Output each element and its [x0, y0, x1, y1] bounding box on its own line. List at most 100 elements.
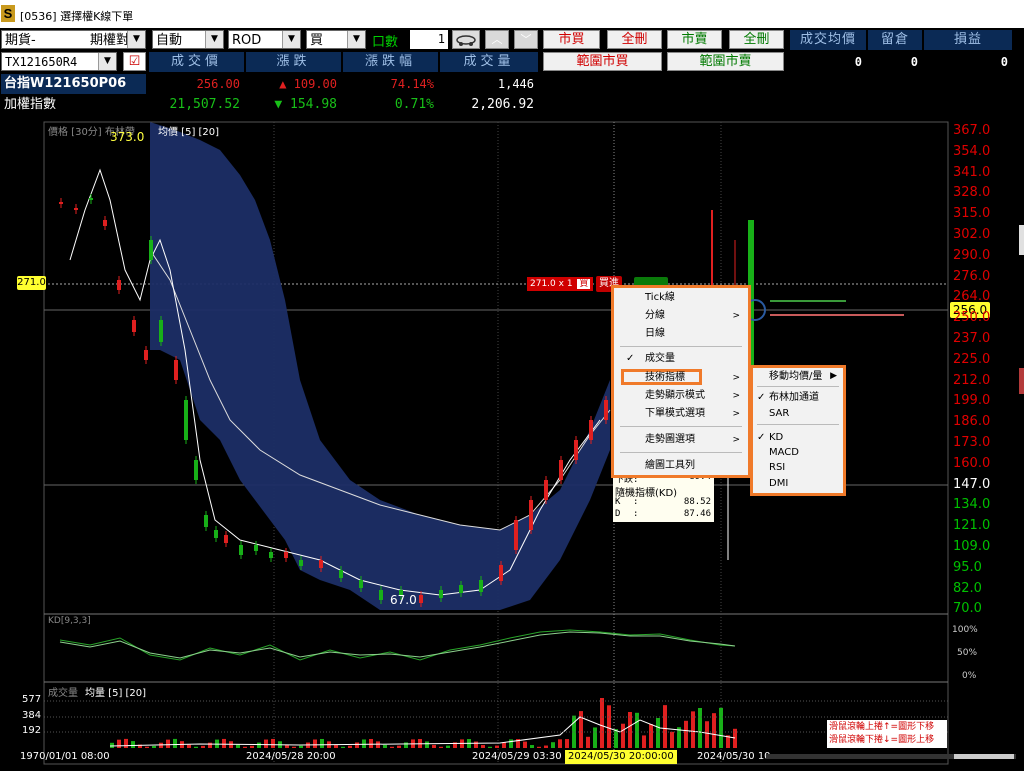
index-row-change: ▼ 154.98 [246, 95, 341, 115]
volume-bar [334, 744, 338, 748]
order-type-select[interactable]: ROD ▼ [228, 30, 301, 49]
price-axis-label: 82.0 [953, 580, 982, 596]
candle-body [254, 545, 258, 551]
lots-label: 口數 [372, 35, 399, 50]
tooltip-k-value: 88.52 [683, 497, 711, 507]
product-select[interactable]: 期貨- 期權對 ▼ [1, 30, 146, 49]
volume-bar [397, 745, 401, 748]
cancel-all-buy-button[interactable]: 全刪 [607, 30, 662, 49]
kd-axis-50: 50% [957, 648, 978, 658]
price-axis-label: 302.0 [953, 227, 991, 242]
submenu-item-bollinger[interactable]: ✓ 布林加通道 [753, 390, 843, 405]
volume-bar [292, 746, 296, 748]
chart-scrollbar[interactable] [766, 754, 1016, 759]
menu-item-display-mode[interactable]: 走勢顯示模式 > [614, 388, 748, 404]
volume-bar [642, 735, 646, 748]
menu-item-tick[interactable]: Tick線 [614, 290, 748, 306]
submenu-item-sar[interactable]: SAR [753, 406, 843, 421]
kline-chart[interactable]: 價格 [30分] 布林帶 均價 [5] [20] 373.0 67.0 KD[9… [0, 120, 1024, 771]
candle-body [204, 515, 208, 527]
volume-bar [201, 745, 205, 748]
submenu-item-ma[interactable]: 移動均價/量 ▶ [753, 369, 843, 384]
volume-bar [719, 707, 723, 748]
volume-bar [124, 738, 128, 748]
check-icon: ✓ [757, 432, 766, 443]
chevron-right-icon: > [732, 409, 740, 419]
price-axis-label: 160.0 [953, 455, 991, 471]
volume-bar [264, 739, 268, 748]
chevron-down-icon[interactable]: ▼ [205, 31, 223, 48]
order-type-value: ROD [232, 33, 262, 48]
volume-bar [362, 739, 366, 748]
price-axis-label: 70.0 [953, 601, 982, 617]
chevron-down-icon[interactable]: ▼ [282, 31, 300, 48]
low-price-label: 67.0 [390, 593, 417, 607]
submenu-item-rsi[interactable]: RSI [753, 460, 843, 475]
chevron-down-icon[interactable]: ▼ [347, 31, 365, 48]
lots-input[interactable]: 1 [410, 30, 448, 49]
quote-header-change-pct: 漲跌幅 [343, 52, 438, 72]
high-price-label: 373.0 [110, 130, 145, 144]
mode-select[interactable]: 自動 ▼ [152, 30, 224, 49]
menu-item-volume[interactable]: ✓ 成交量 [614, 351, 748, 367]
chart-context-menu[interactable]: Tick線 分線 > 日線 ✓ 成交量 技術指標 > 走勢顯示模式 > 下單模式選項 > … [611, 285, 751, 478]
market-sell-button[interactable]: 市賣 [667, 30, 722, 49]
range-buy-button[interactable]: 範圍市買 [543, 52, 662, 71]
menu-item-drawing-toolbar[interactable]: 繪圖工具列 [614, 458, 748, 474]
tooltip-d-value: 87.46 [683, 509, 711, 519]
checkbox-icon[interactable]: ☑ [123, 52, 146, 71]
candle-body [459, 585, 463, 593]
candle-body [284, 552, 288, 558]
scroll-hint-down: 滑鼠滾輪下捲↓=圖形上移 [829, 735, 935, 745]
side-select[interactable]: 買 ▼ [306, 30, 366, 49]
candle-body [359, 580, 363, 588]
candle-body [132, 320, 136, 332]
range-sell-button[interactable]: 範圍市賣 [667, 52, 784, 71]
price-axis-label: 367.0 [953, 123, 991, 138]
submenu-item-dmi[interactable]: DMI [753, 476, 843, 491]
quote-row-change-pct: 74.14% [343, 74, 438, 94]
menu-item-order-mode[interactable]: 下單模式選項 > [614, 406, 748, 422]
submenu-item-macd[interactable]: MACD [753, 445, 843, 460]
candle-body [159, 320, 163, 342]
volume-bar [166, 739, 170, 748]
volume-bar [586, 736, 590, 748]
window-title: [0536] 選擇權K線下單 [20, 10, 134, 23]
submenu-item-kd[interactable]: ✓ KD [753, 430, 843, 445]
mode-select-value: 自動 [156, 33, 183, 48]
scroll-hint-up: 滑鼠滾輪上捲↑=圖形下移 [829, 722, 935, 732]
avg-label: 均價 [5] [20] [158, 127, 220, 138]
chevron-up-icon[interactable]: ︿ [485, 30, 509, 49]
window-titlebar: S [0536] 選擇權K線下單 [0, 0, 1024, 29]
order-price-tag[interactable]: 271.0 x 1 買 [527, 277, 594, 291]
price-axis-label: 354.0 [953, 143, 991, 159]
volume-axis-577: 577 [22, 694, 42, 705]
chevron-down-icon[interactable]: ﹀ [514, 30, 538, 49]
volume-bar [656, 718, 660, 748]
indicator-submenu[interactable]: 移動均價/量 ▶ ✓ 布林加通道 SAR ✓ KD MACD RSI DMI [750, 365, 846, 496]
cancel-all-sell-button[interactable]: 全刪 [729, 30, 784, 49]
menu-separator [757, 386, 839, 387]
menu-item-indicators[interactable]: 技術指標 > [614, 369, 748, 386]
candle-body [299, 560, 303, 566]
order-toolbar: 期貨- 期權對 ▼ 自動 ▼ ROD ▼ 買 ▼ 口數 1 ︿ ﹀ 市買 全刪 … [0, 28, 1024, 120]
menu-item-chart-options[interactable]: 走勢圖選項 > [614, 432, 748, 448]
chevron-down-icon[interactable]: ▼ [98, 53, 116, 70]
position-header-open: 留倉 [868, 30, 922, 50]
chart-canvas[interactable] [0, 120, 1024, 771]
market-buy-button[interactable]: 市買 [543, 30, 600, 49]
candle-body [339, 570, 343, 578]
volume-bar [635, 712, 639, 748]
volume-bar [684, 720, 688, 748]
menu-separator [620, 346, 742, 347]
menu-item-daily[interactable]: 日線 [614, 326, 748, 342]
symbol-select[interactable]: TX121650R4 ▼ [1, 52, 117, 71]
car-icon[interactable] [452, 30, 480, 49]
price-axis-label: 237.0 [953, 331, 991, 346]
indicator-tooltip: 下跌: 89.4 隨機指標(KD) K : 88.52 D : 87.46 [613, 472, 714, 522]
scrollbar-thumb[interactable] [954, 754, 1014, 759]
menu-item-minute[interactable]: 分線 > [614, 308, 748, 324]
price-axis-label: 95.0 [953, 559, 982, 575]
chevron-down-icon[interactable]: ▼ [127, 31, 145, 48]
candle-body [149, 240, 153, 260]
